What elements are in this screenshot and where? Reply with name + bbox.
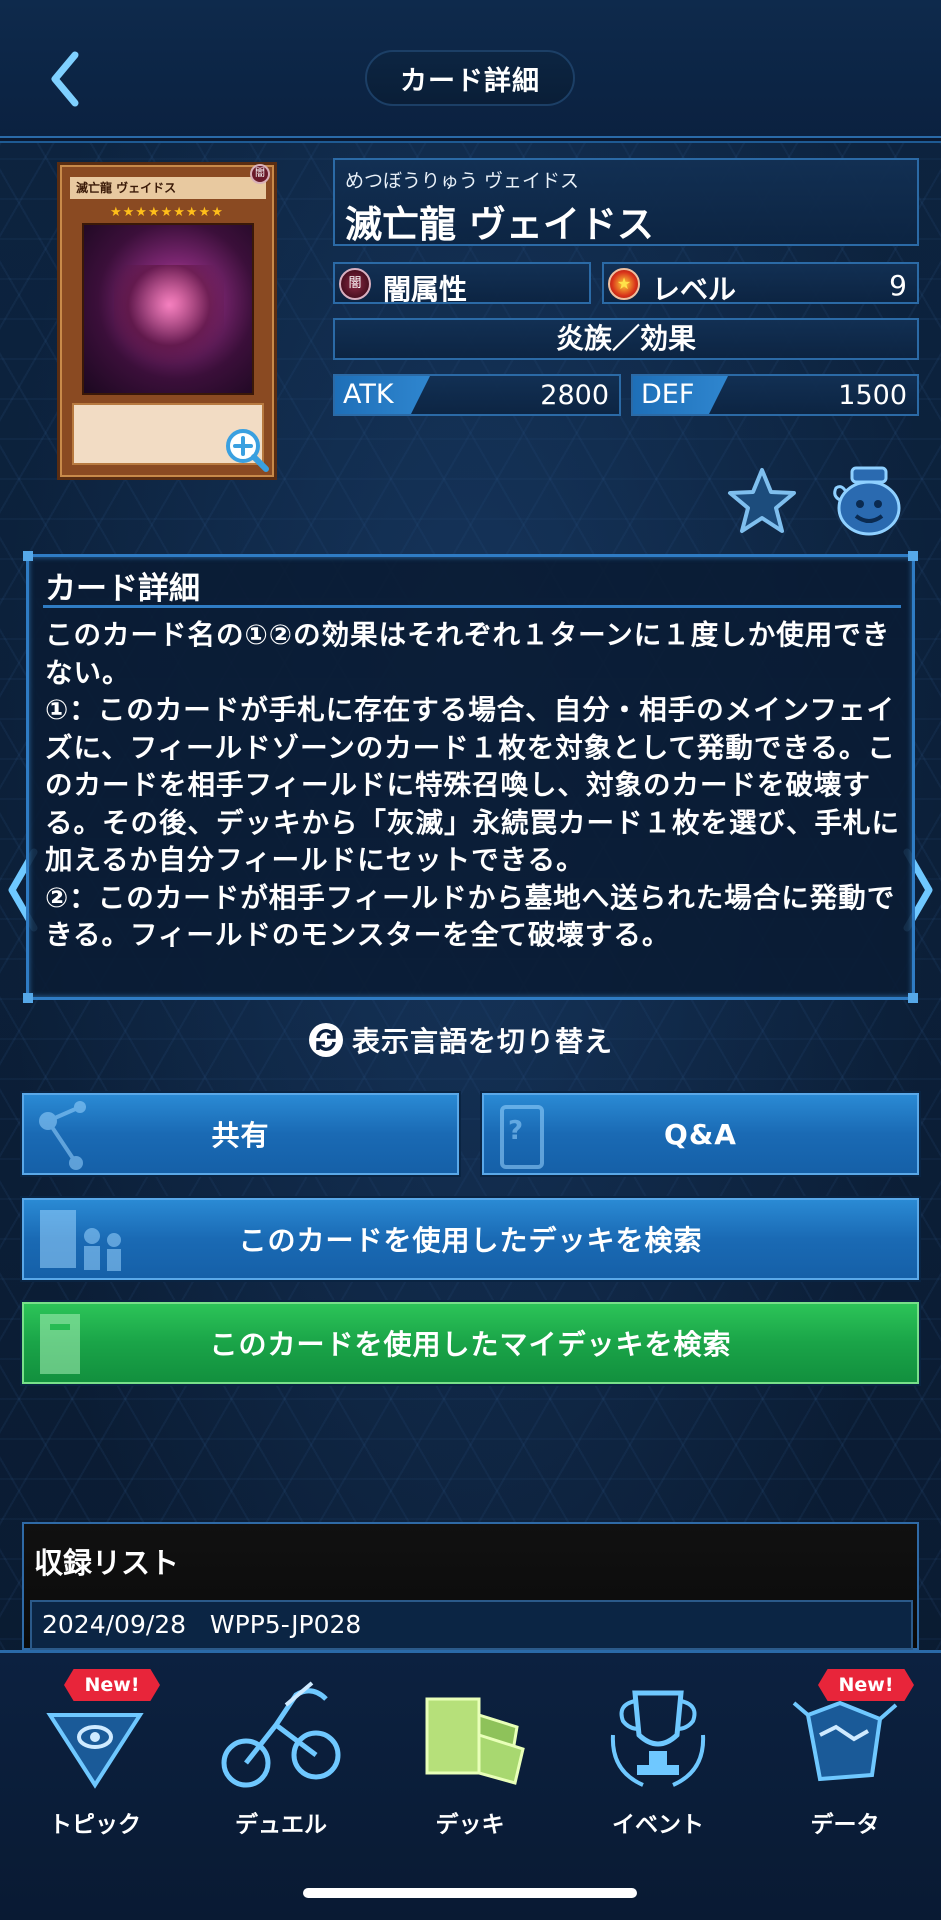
card-name-box: めつぼうりゅう ヴェイドス 滅亡龍 ヴェイドス: [333, 158, 919, 246]
qa-icon: ?: [500, 1105, 544, 1169]
def-value: 1500: [838, 380, 907, 411]
panel-corner: [23, 551, 33, 561]
qa-label: Q&A: [664, 1117, 737, 1151]
nav-deck[interactable]: デッキ: [385, 1675, 555, 1845]
card-artwork: [82, 223, 254, 395]
nav-duel-label: デュエル: [235, 1812, 327, 1838]
back-button[interactable]: [40, 44, 90, 114]
recording-list-title: 収録リスト: [34, 1546, 180, 1580]
refresh-icon: [309, 1023, 343, 1057]
deck-users-icon: [40, 1210, 121, 1271]
description-text: このカード名の①②の効果はそれぞれ１ターンに１度しか使用できない。 ①：このカー…: [45, 619, 900, 951]
deck-icon: [425, 1697, 525, 1785]
card-image-level-stars: ★★★★★★★★★: [110, 205, 224, 220]
level-label: レベル: [652, 273, 737, 306]
def-label: DEF: [633, 376, 728, 414]
dark-attribute-icon: 闇: [339, 268, 371, 300]
attribute-label: 闇属性: [383, 273, 468, 306]
qa-button[interactable]: ? Q&A: [482, 1093, 919, 1175]
switch-language-button[interactable]: 表示言語を切り替え: [308, 1020, 613, 1060]
card-type: 炎族／効果: [333, 318, 919, 360]
share-icon: [39, 1101, 86, 1170]
card-description-panel: カード詳細 このカード名の①②の効果はそれぞれ１ターンに１度しか使用できない。 …: [23, 551, 918, 1003]
panel-corner: [23, 993, 33, 1003]
description-divider: [43, 605, 901, 608]
mydeck-search-label: このカードを使用したマイデッキを検索: [209, 1328, 732, 1361]
favorite-star-icon[interactable]: [726, 466, 798, 534]
nav-data-label: データ: [810, 1812, 880, 1838]
nav-deck-label: デッキ: [435, 1812, 505, 1838]
mydeck-search-button[interactable]: このカードを使用したマイデッキを検索: [22, 1302, 919, 1384]
deck-search-label: このカードを使用したデッキを検索: [238, 1224, 703, 1257]
pot-of-greed-icon[interactable]: [830, 460, 908, 538]
new-badge: New!: [818, 1669, 914, 1701]
deck-search-button[interactable]: このカードを使用したデッキを検索: [22, 1198, 919, 1280]
atk-label: ATK: [335, 376, 430, 414]
atk-box: ATK 2800: [333, 374, 621, 416]
card-image-name: 滅亡龍 ヴェイドス: [70, 177, 266, 199]
panel-corner: [908, 993, 918, 1003]
switch-language-label: 表示言語を切り替え: [352, 1025, 614, 1058]
panel-corner: [908, 551, 918, 561]
zoom-in-icon[interactable]: [222, 425, 272, 475]
header-bar: カード詳細: [0, 0, 941, 138]
def-box: DEF 1500: [631, 374, 919, 416]
level-value: 9: [889, 269, 907, 302]
atk-value: 2800: [540, 380, 609, 411]
card-name: 滅亡龍 ヴェイドス: [345, 203, 654, 246]
level-box: ★ レベル 9: [602, 262, 919, 306]
attribute-box: 闇 闇属性: [333, 262, 591, 306]
new-badge: New!: [64, 1669, 160, 1701]
card-image[interactable]: 滅亡龍 ヴェイドス 闇 ★★★★★★★★★: [57, 162, 277, 480]
list-item[interactable]: 2024/09/28 WPP5-JP028: [30, 1600, 913, 1650]
deck-box-icon: [40, 1314, 80, 1374]
bottom-navigation: トピック New! デュエル デッキ イベント データ New!: [0, 1650, 941, 1920]
nav-event-label: イベント: [612, 1812, 704, 1838]
svg-text:?: ?: [508, 1116, 524, 1146]
page-title: カード詳細: [365, 50, 575, 106]
chevron-left-icon: [51, 51, 79, 107]
card-furigana: めつぼうりゅう ヴェイドス: [345, 170, 580, 192]
description-title: カード詳細: [45, 571, 200, 607]
level-star-icon: ★: [608, 268, 640, 300]
nav-topic-label: トピック: [49, 1812, 141, 1838]
share-label: 共有: [211, 1119, 270, 1152]
nav-duel[interactable]: デュエル: [196, 1675, 366, 1845]
card-image-attribute-icon: 闇: [250, 164, 270, 184]
nav-event[interactable]: イベント: [573, 1675, 743, 1845]
duel-icon: [221, 1681, 341, 1788]
recording-list-panel: 収録リスト 2024/09/28 WPP5-JP028: [22, 1522, 919, 1650]
home-indicator[interactable]: [303, 1888, 637, 1898]
share-button[interactable]: 共有: [22, 1093, 459, 1175]
event-icon: [610, 1690, 706, 1787]
